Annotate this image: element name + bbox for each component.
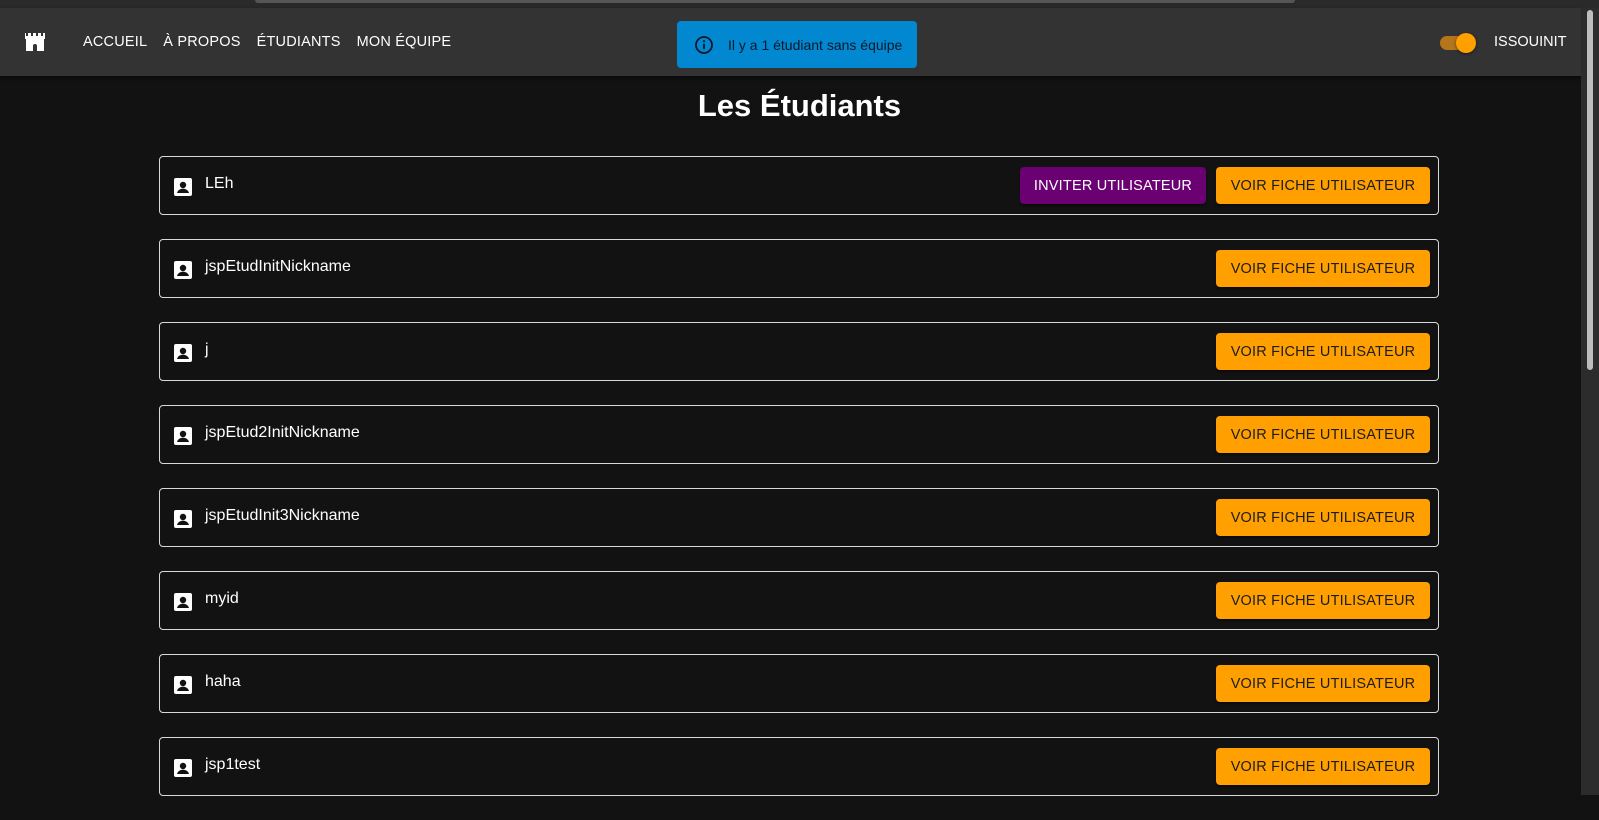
student-name: jspEtudInitNickname [205,258,351,275]
student-list: LEh INVITER UTILISATEUR VOIR FICHE UTILISA… [159,156,1439,820]
student-row: jspEtud2InitNickname VOIR FICHE UTILISATE… [159,405,1439,464]
theme-toggle[interactable] [1438,32,1478,56]
student-row: haha VOIR FICHE UTILISATEUR [159,654,1439,713]
student-row: j VOIR FICHE UTILISATEUR [159,322,1439,381]
person-icon [173,509,193,529]
scrollbar-thumb[interactable] [1587,10,1593,370]
page-scrollbar[interactable] [1581,8,1599,795]
alert-text: Il y a 1 étudiant sans équipe [728,36,903,53]
nav-mon-equipe[interactable]: Mon équipe [349,28,460,56]
info-icon [694,35,714,55]
browser-top-strip [0,0,1599,8]
person-icon [173,343,193,363]
student-name: jspEtudInit3Nickname [205,507,360,524]
info-alert: Il y a 1 étudiant sans équipe [677,21,917,68]
student-row: jsp1test VOIR FICHE UTILISATEUR [159,737,1439,796]
student-name: myid [205,590,239,607]
student-name: haha [205,673,241,690]
person-icon [173,758,193,778]
view-user-profile-button[interactable]: VOIR FICHE UTILISATEUR [1216,748,1430,785]
user-menu-button[interactable]: ISSOUINIT [1490,30,1571,54]
nav-etudiants[interactable]: Étudiants [249,28,349,56]
student-row: myid VOIR FICHE UTILISATEUR [159,571,1439,630]
view-user-profile-button[interactable]: VOIR FICHE UTILISATEUR [1216,416,1430,453]
browser-tab-edge [255,0,1295,3]
invite-user-button[interactable]: INVITER UTILISATEUR [1020,167,1206,204]
student-row: jspEtudInit3Nickname VOIR FICHE UTILISATE… [159,488,1439,547]
person-icon [173,426,193,446]
view-user-profile-button[interactable]: VOIR FICHE UTILISATEUR [1216,250,1430,287]
view-user-profile-button[interactable]: VOIR FICHE UTILISATEUR [1216,499,1430,536]
view-user-profile-button[interactable]: VOIR FICHE UTILISATEUR [1216,167,1430,204]
student-row: jspEtudInitNickname VOIR FICHE UTILISATEU… [159,239,1439,298]
view-user-profile-button[interactable]: VOIR FICHE UTILISATEUR [1216,333,1430,370]
castle-icon[interactable] [23,30,47,54]
person-icon [173,675,193,695]
person-icon [173,592,193,612]
main-nav: Accueil À propos Étudiants Mon équipe [75,8,459,76]
page-title: Les Étudiants [697,88,902,123]
toggle-thumb [1456,33,1476,53]
view-user-profile-button[interactable]: VOIR FICHE UTILISATEUR [1216,665,1430,702]
person-icon [173,177,193,197]
student-name: jsp1test [205,756,261,773]
nav-accueil[interactable]: Accueil [75,28,155,56]
person-icon [173,260,193,280]
student-row: LEh INVITER UTILISATEUR VOIR FICHE UTILISA… [159,156,1439,215]
student-name: j [205,341,209,358]
student-name: jspEtud2InitNickname [205,424,360,441]
view-user-profile-button[interactable]: VOIR FICHE UTILISATEUR [1216,582,1430,619]
app-bar: Accueil À propos Étudiants Mon équipe Il… [0,8,1581,76]
nav-a-propos[interactable]: À propos [155,28,248,56]
student-name: LEh [205,175,234,192]
